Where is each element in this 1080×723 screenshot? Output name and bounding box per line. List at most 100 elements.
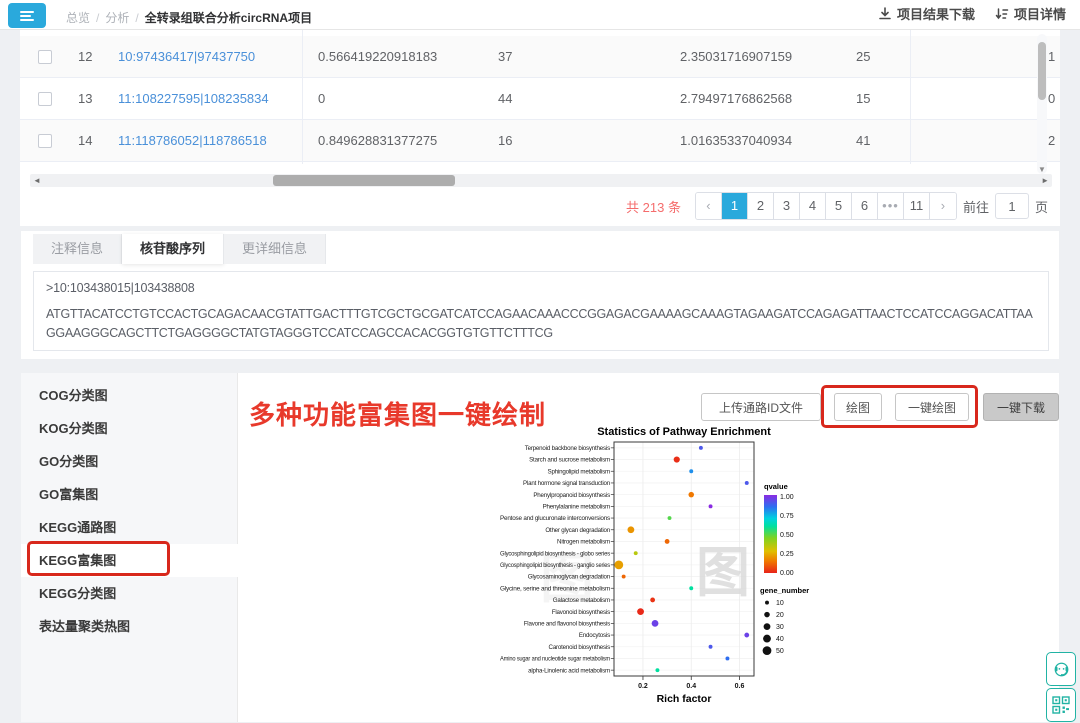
prev-page-button[interactable]: ‹: [696, 193, 722, 219]
sequence-panel: >10:103438015|103438808 ATGTTACATCCTGTCC…: [33, 271, 1049, 351]
page-buttons: ‹ 1 2 3 4 5 6 ••• 11 ›: [695, 192, 957, 220]
next-page-button[interactable]: ›: [930, 193, 956, 219]
customer-service-icon: [1052, 660, 1071, 679]
svg-text:0.00: 0.00: [780, 570, 794, 577]
cell-value: 25: [856, 36, 870, 78]
pathway-label: Starch and sucrose metabolism: [529, 457, 610, 464]
tab-annotation-info[interactable]: 注释信息: [33, 234, 122, 264]
cell-value: 37: [498, 36, 512, 78]
sidebar-item-go-class[interactable]: GO分类图: [21, 445, 237, 478]
row-checkbox[interactable]: [38, 134, 52, 148]
breadcrumb-analysis[interactable]: 分析: [105, 9, 129, 26]
chart-area: 图图Terpenoid backbone biosynthesisStarch …: [496, 425, 846, 710]
table-vertical-scrollbar[interactable]: ▼: [1037, 34, 1047, 174]
cell-value: 16: [498, 120, 512, 162]
chart-point: [709, 504, 713, 508]
pathway-label: Glycine, serine and threonine metabolism: [500, 585, 610, 592]
breadcrumb-separator: /: [96, 11, 99, 25]
sequence-text: ATGTTACATCCTGTCCACTGCAGACAACGTATTGACTTTG…: [46, 305, 1036, 344]
sidebar-item-kog[interactable]: KOG分类图: [21, 412, 237, 445]
table-row[interactable]: 12 10:97436417|97437750 0.56641922091818…: [20, 36, 1060, 78]
more-pages-button[interactable]: •••: [878, 193, 904, 219]
cell-index: 13: [78, 78, 92, 120]
chart-point: [652, 620, 659, 627]
table-row[interactable]: 13 11:108227595|108235834 0 44 2.7949717…: [20, 78, 1060, 120]
qr-code-button[interactable]: [1046, 688, 1076, 722]
floating-buttons: [1046, 652, 1076, 722]
cell-value: 15: [856, 78, 870, 120]
table-horizontal-scrollbar[interactable]: ◄ ►: [30, 174, 1052, 187]
pathway-label: Glycosphingolipid biosynthesis - globo s…: [500, 550, 610, 557]
breadcrumb-overview[interactable]: 总览: [66, 9, 90, 26]
cell-value-clipped: 2: [1048, 120, 1055, 162]
page-button-11[interactable]: 11: [904, 193, 930, 219]
tab-nucleotide-sequence[interactable]: 核苷酸序列: [122, 234, 224, 264]
project-results-download-button[interactable]: 项目结果下载: [878, 4, 975, 23]
chart-point: [622, 575, 626, 579]
svg-text:50: 50: [776, 648, 784, 655]
scrollbar-thumb[interactable]: [273, 175, 455, 186]
tab-more-detail[interactable]: 更详细信息: [224, 234, 326, 264]
upload-pathway-id-button[interactable]: 上传通路ID文件: [701, 393, 821, 421]
onekey-draw-button[interactable]: 一键绘图: [895, 393, 969, 421]
chart-point: [634, 551, 638, 555]
cell-value-clipped: 1: [1048, 36, 1055, 78]
page-button-4[interactable]: 4: [800, 193, 826, 219]
cell-value: 2.35031716907159: [680, 36, 792, 78]
sidebar-item-expression-heatmap[interactable]: 表达量聚类热图: [21, 610, 237, 643]
qvalue-legend: qvalue1.000.750.500.250.00: [764, 482, 794, 577]
goto-page-input[interactable]: [995, 193, 1029, 219]
customer-service-button[interactable]: [1046, 652, 1076, 686]
sidebar-item-cog[interactable]: COG分类图: [21, 379, 237, 412]
sidebar-item-go-enrich[interactable]: GO富集图: [21, 478, 237, 511]
chart-point: [674, 456, 680, 462]
onekey-download-button[interactable]: 一键下载: [983, 393, 1059, 421]
page-button-1[interactable]: 1: [722, 193, 748, 219]
pathway-label: Carotenoid biosynthesis: [549, 644, 611, 651]
watermark-text: 图: [696, 543, 750, 603]
menu-icon: [20, 11, 34, 21]
column-divider: [910, 30, 911, 164]
pathway-label: Terpenoid backbone biosynthesis: [525, 445, 610, 452]
sidebar-item-kegg-pathway[interactable]: KEGG通路图: [21, 511, 237, 544]
cell-position-link[interactable]: 11:118786052|118786518: [118, 120, 267, 162]
pathway-label: Sphingolipid metabolism: [548, 468, 611, 475]
download-button-label: 项目结果下载: [897, 4, 975, 23]
chart-point: [650, 598, 655, 603]
detail-tabs-card: 注释信息 核苷酸序列 更详细信息 >10:103438015|103438808…: [20, 230, 1060, 360]
chart-point: [628, 526, 635, 533]
sidebar-item-kegg-enrich[interactable]: KEGG富集图: [21, 544, 238, 577]
draw-button[interactable]: 绘图: [834, 393, 882, 421]
cell-position-link[interactable]: 10:97436417|97437750: [118, 36, 255, 78]
row-checkbox[interactable]: [38, 50, 52, 64]
pathway-label: Phenylpropanoid biosynthesis: [533, 492, 610, 499]
page-button-2[interactable]: 2: [748, 193, 774, 219]
sidebar-item-kegg-class[interactable]: KEGG分类图: [21, 577, 237, 610]
pathway-label: Plant hormone signal transduction: [523, 480, 611, 487]
cell-value: 1.01635337040934: [680, 120, 792, 162]
table-row[interactable]: 14 11:118786052|118786518 0.849628831377…: [20, 120, 1060, 162]
scroll-down-arrow[interactable]: ▼: [1038, 165, 1046, 174]
cell-position-link[interactable]: 11:108227595|108235834: [118, 78, 269, 120]
chart-point: [745, 481, 749, 485]
topbar-actions: 项目结果下载 项目详情: [878, 4, 1066, 23]
page-button-6[interactable]: 6: [852, 193, 878, 219]
pathway-label: alpha-Linolenic acid metabolism: [528, 667, 610, 674]
cell-value: 44: [498, 78, 512, 120]
total-count: 共 213 条: [626, 197, 681, 216]
svg-text:qvalue: qvalue: [764, 482, 788, 491]
scroll-right-arrow[interactable]: ►: [1041, 175, 1049, 186]
chart-point: [688, 492, 694, 498]
svg-text:10: 10: [776, 600, 784, 607]
chart-title: Statistics of Pathway Enrichment: [597, 426, 771, 438]
scroll-left-arrow[interactable]: ◄: [33, 175, 41, 186]
page-button-3[interactable]: 3: [774, 193, 800, 219]
project-details-button[interactable]: 项目详情: [995, 4, 1066, 23]
collapse-menu-button[interactable]: [8, 3, 46, 28]
pathway-label: Glycosphingolipid biosynthesis - ganglio…: [500, 562, 610, 569]
row-checkbox[interactable]: [38, 92, 52, 106]
cell-value: 0.566419220918183: [318, 36, 437, 78]
page-button-5[interactable]: 5: [826, 193, 852, 219]
scrollbar-thumb[interactable]: [1038, 42, 1046, 100]
cell-value: 0.849628831377275: [318, 120, 437, 162]
